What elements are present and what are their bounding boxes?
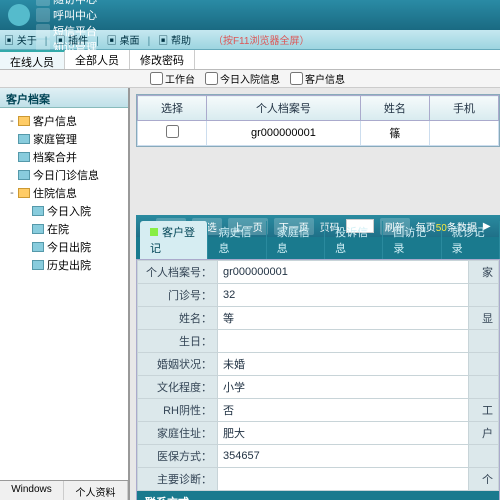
tree-node[interactable]: 今日入院	[2, 202, 126, 220]
top-nav-item[interactable]: 随访中心	[36, 0, 97, 7]
field-value: 否	[218, 399, 469, 422]
field-label: 婚姻状况：	[138, 353, 218, 376]
field-value	[218, 330, 469, 353]
sidebar-footer-tab[interactable]: 个人资料	[64, 481, 128, 500]
module-icon	[36, 0, 50, 6]
field-label: RH阴性：	[138, 399, 218, 422]
top-nav-item[interactable]: 呼叫中心	[36, 7, 97, 23]
field-value: 等	[218, 307, 469, 330]
main-tabs: 在线人员全部人员修改密码	[0, 50, 500, 70]
field-label: 工	[469, 399, 499, 422]
field-label	[469, 353, 499, 376]
detail-tab[interactable]: 回访记录	[383, 221, 441, 259]
field-value: 小学	[218, 376, 469, 399]
field-label	[469, 284, 499, 307]
detail-tab[interactable]: 病史信息	[208, 221, 266, 259]
field-label	[469, 445, 499, 468]
column-header[interactable]: 个人档案号	[207, 96, 361, 121]
menu-item[interactable]: ▣ 关于	[4, 36, 37, 47]
row-checkbox[interactable]	[166, 125, 179, 138]
field-label: 个	[469, 468, 499, 491]
sidebar: 客户档案 -客户信息家庭管理档案合并今日门诊信息-住院信息今日入院在院今日出院历…	[0, 88, 130, 500]
field-label: 主要诊断：	[138, 468, 218, 491]
field-label: 医保方式：	[138, 445, 218, 468]
field-value: 肥大	[218, 422, 469, 445]
tree-node[interactable]: 今日出院	[2, 238, 126, 256]
records-grid: 选择个人档案号姓名手机gr000000001篠	[136, 94, 500, 147]
field-value	[218, 468, 469, 491]
section-contact: 联系方式	[137, 491, 499, 500]
page-icon	[18, 134, 30, 144]
tree-node[interactable]: 历史出院	[2, 256, 126, 274]
main-tab[interactable]: 全部人员	[65, 50, 130, 69]
field-label: 文化程度：	[138, 376, 218, 399]
detail-tab[interactable]: 就诊记录	[442, 221, 500, 259]
detail-tab[interactable]: 客户登记	[140, 221, 208, 259]
table-row[interactable]: gr000000001篠	[138, 121, 499, 146]
detail-tabs: 客户登记病史信息家庭信息投诉信息回访记录就诊记录	[136, 237, 500, 259]
menu-item[interactable]: ▣ 插件	[55, 36, 88, 47]
tree-node[interactable]: -客户信息	[2, 112, 126, 130]
column-header[interactable]: 选择	[138, 96, 207, 121]
tree-node[interactable]: 家庭管理	[2, 130, 126, 148]
filter-check[interactable]: 客户信息	[290, 71, 345, 86]
module-icon	[36, 8, 50, 22]
field-label: 姓名：	[138, 307, 218, 330]
main-tab[interactable]: 在线人员	[0, 50, 65, 69]
menu-item[interactable]: ▣ 桌面	[107, 36, 140, 47]
filter-check[interactable]: 工作台	[150, 71, 195, 86]
field-label: 户	[469, 422, 499, 445]
field-label: 家	[469, 261, 499, 284]
tree-node[interactable]: 今日门诊信息	[2, 166, 126, 184]
page-icon	[32, 260, 44, 270]
field-label: 个人档案号：	[138, 261, 218, 284]
page-icon	[18, 170, 30, 180]
field-label: 显	[469, 307, 499, 330]
detail-tab[interactable]: 家庭信息	[267, 221, 325, 259]
field-value: 未婚	[218, 353, 469, 376]
page-icon	[32, 242, 44, 252]
fullscreen-hint: （按F11浏览器全屏）	[213, 32, 310, 47]
folder-icon	[18, 116, 30, 126]
nav-tree: -客户信息家庭管理档案合并今日门诊信息-住院信息今日入院在院今日出院历史出院	[0, 108, 128, 298]
column-header[interactable]: 姓名	[360, 96, 429, 121]
page-icon	[32, 224, 44, 234]
page-icon	[18, 152, 30, 162]
app-logo	[8, 4, 30, 26]
tree-node[interactable]: -住院信息	[2, 184, 126, 202]
top-toolbar: 客户档案投诉中心随访中心呼叫中心短信平台知识管理营销管理	[0, 0, 500, 30]
detail-form: 个人档案号：gr000000001家门诊号：32姓名：等显生日：婚姻状况：未婚文…	[136, 259, 500, 500]
filter-checks: 工作台今日入院信息客户信息	[0, 70, 500, 88]
sidebar-footer-tab[interactable]: Windows	[0, 481, 64, 500]
field-value: 354657	[218, 445, 469, 468]
filter-check[interactable]: 今日入院信息	[205, 71, 280, 86]
field-label: 家庭住址：	[138, 422, 218, 445]
field-label: 生日：	[138, 330, 218, 353]
tree-node[interactable]: 档案合并	[2, 148, 126, 166]
folder-icon	[18, 188, 30, 198]
detail-tab[interactable]: 投诉信息	[325, 221, 383, 259]
field-value: gr000000001	[218, 261, 469, 284]
column-header[interactable]: 手机	[429, 96, 498, 121]
field-value: 32	[218, 284, 469, 307]
main-tab[interactable]: 修改密码	[130, 50, 195, 69]
content-pane: 选择个人档案号姓名手机gr000000001篠 ◀ 全选 反选 上一页 下一页 …	[130, 88, 500, 500]
tree-node[interactable]: 在院	[2, 220, 126, 238]
sidebar-title: 客户档案	[0, 88, 128, 108]
page-icon	[32, 206, 44, 216]
field-label	[469, 376, 499, 399]
field-label	[469, 330, 499, 353]
sidebar-footer-tabs: Windows个人资料	[0, 480, 128, 500]
field-label: 门诊号：	[138, 284, 218, 307]
menu-item[interactable]: ▣ 帮助	[158, 36, 191, 47]
